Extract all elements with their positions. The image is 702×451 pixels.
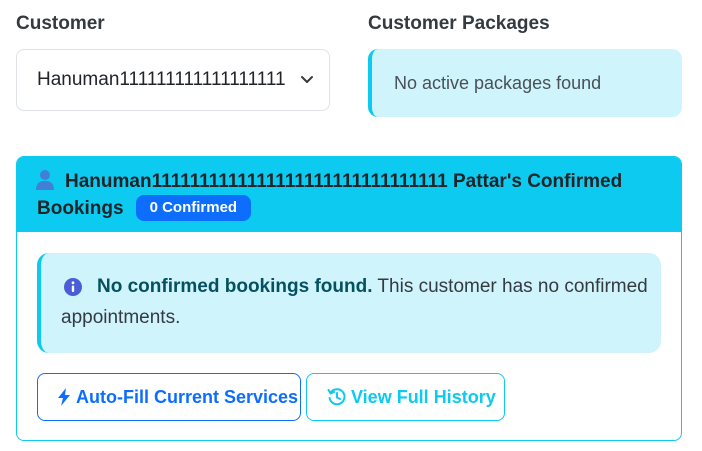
bolt-icon (58, 388, 70, 406)
alert-strong-text: No confirmed bookings found. (97, 276, 373, 297)
confirmed-count-badge: 0 Confirmed (135, 195, 252, 221)
customer-packages-label: Customer Packages (368, 13, 550, 34)
no-bookings-alert: No confirmed bookings found. This custom… (37, 253, 661, 353)
confirmed-bookings-card: Hanuman1111111111111111111111111111111 P… (16, 156, 682, 441)
packages-empty-alert: No active packages found (368, 49, 682, 117)
auto-fill-button[interactable]: Auto-Fill Current Services (37, 373, 301, 421)
card-title: Hanuman1111111111111111111111111111111 P… (37, 169, 667, 222)
card-header: Hanuman1111111111111111111111111111111 P… (17, 157, 681, 232)
view-history-label: View Full History (351, 386, 496, 407)
card-title-text: Hanuman1111111111111111111111111111111 P… (37, 171, 623, 219)
view-history-button[interactable]: View Full History (306, 373, 505, 421)
history-icon (327, 388, 346, 406)
customer-label: Customer (16, 13, 105, 34)
alert-message: No confirmed bookings found. This custom… (61, 271, 651, 333)
customer-select-value: Hanuman111111111111111111 (37, 69, 286, 90)
customer-select[interactable]: Hanuman111111111111111111 (16, 49, 330, 111)
packages-empty-message: No active packages found (394, 72, 602, 93)
auto-fill-label: Auto-Fill Current Services (76, 386, 299, 407)
chevron-down-icon (301, 76, 313, 83)
